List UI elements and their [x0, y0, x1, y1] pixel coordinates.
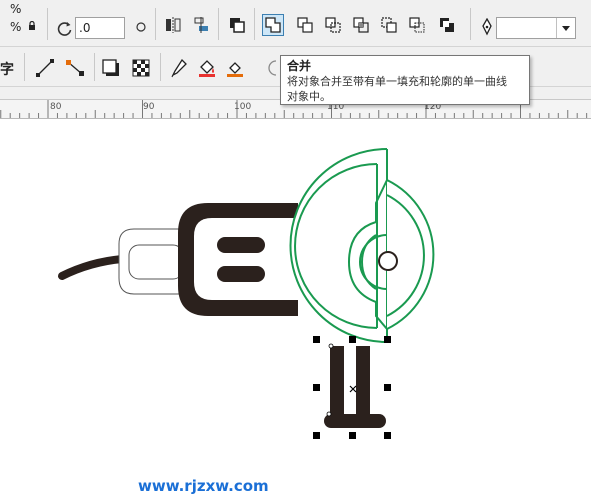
- side-handle-base[interactable]: [324, 414, 386, 428]
- scale-percent-label-2: %: [10, 20, 22, 34]
- rotate-icon: [54, 18, 76, 40]
- combine-icon[interactable]: [262, 14, 284, 36]
- front-minus-back-icon[interactable]: [406, 14, 428, 36]
- interactive-fill-icon[interactable]: [224, 57, 246, 79]
- watermark-text: www.rjzxw.com: [138, 477, 269, 495]
- rotation-angle-input[interactable]: .0: [75, 17, 125, 39]
- motor-body-inner: [194, 218, 298, 300]
- intersect-icon[interactable]: [350, 14, 372, 36]
- rear-handle-inner[interactable]: [128, 244, 184, 280]
- boundary-icon[interactable]: [436, 14, 458, 36]
- vent-slot-top[interactable]: [217, 237, 265, 253]
- vent-slot-bottom[interactable]: [217, 266, 265, 282]
- pen-icon: [476, 16, 498, 38]
- fill-icon[interactable]: [196, 57, 218, 79]
- power-cord[interactable]: [58, 255, 126, 280]
- order-icon[interactable]: [226, 14, 248, 36]
- ruler-tick-label: 80: [50, 102, 62, 112]
- shadow-icon[interactable]: [100, 57, 122, 79]
- tooltip-description-line1: 将对象合并至带有单一填充和轮廓的单一曲线: [287, 75, 507, 88]
- selection-center-marker: [349, 385, 357, 393]
- simplify-icon[interactable]: [378, 14, 400, 36]
- drawing-canvas[interactable]: www.rjzxw.com: [0, 36, 591, 499]
- weld-icon[interactable]: [294, 14, 316, 36]
- chevron-down-icon[interactable]: [556, 18, 575, 38]
- tooltip-title: 合并: [287, 59, 312, 73]
- align-icon[interactable]: [190, 14, 212, 36]
- outline-width-dropdown[interactable]: [496, 17, 576, 39]
- connector-icon[interactable]: [64, 57, 86, 79]
- combine-tooltip: 合并 将对象合并至带有单一填充和轮廓的单一曲线 对象中。: [280, 55, 530, 105]
- lock-icon[interactable]: [25, 18, 39, 32]
- scale-percent-label-1: %: [10, 2, 22, 16]
- rotation-center-icon[interactable]: [130, 16, 152, 38]
- text-tool-icon[interactable]: 字: [0, 59, 14, 79]
- trim-icon[interactable]: [322, 14, 344, 36]
- line-tool-icon[interactable]: [34, 57, 56, 79]
- transparency-icon[interactable]: [130, 57, 152, 79]
- property-bar-top: % % .0: [0, 0, 591, 47]
- ruler-tick-label: 100: [234, 102, 252, 112]
- side-handle-left[interactable]: [330, 346, 344, 420]
- spindle-nut[interactable]: [378, 251, 398, 271]
- eyedropper-icon[interactable]: [168, 57, 190, 79]
- mirror-icon[interactable]: [162, 14, 184, 36]
- side-handle-right[interactable]: [356, 346, 370, 420]
- ruler-tick-label: 90: [143, 102, 155, 112]
- blade-guard-outer[interactable]: [289, 148, 388, 343]
- angle-grinder-drawing: [58, 36, 435, 439]
- partial-circle-icon: [264, 59, 278, 77]
- tooltip-description-line2: 对象中。: [287, 90, 331, 103]
